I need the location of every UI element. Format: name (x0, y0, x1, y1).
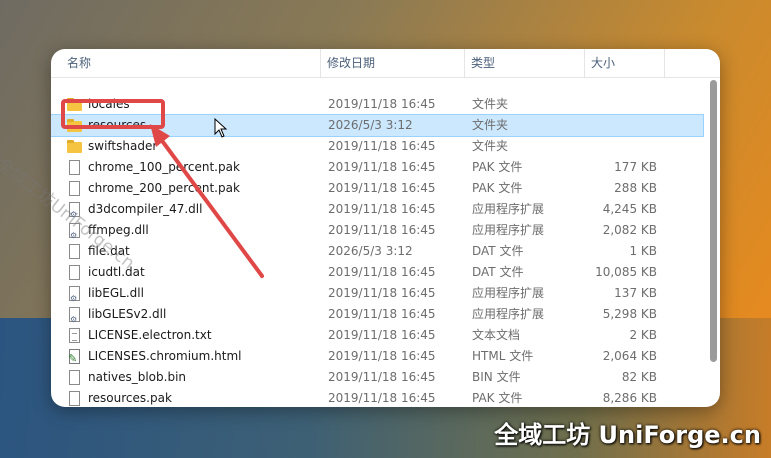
file-row[interactable]: LICENSES.chromium.html 2019/11/18 16:45 HT… (51, 346, 703, 369)
file-size: 288 KB (614, 181, 657, 195)
file-row[interactable]: swiftshader 2019/11/18 16:45 文件夹 (51, 136, 703, 157)
html-icon (67, 348, 83, 369)
file-size: 10,085 KB (595, 265, 657, 279)
file-size (571, 94, 657, 115)
file-date: 2019/11/18 16:45 (328, 223, 436, 237)
file-date: 2019/11/18 16:45 (328, 328, 436, 342)
file-name: natives_blob.bin (88, 370, 187, 384)
dll-icon (67, 286, 83, 309)
folder-icon (67, 139, 83, 155)
column-header-date[interactable]: 修改日期 (321, 49, 465, 77)
file-row[interactable]: file.dat 2026/5/3 3:12 DAT 文件 1 KB (51, 241, 703, 262)
file-size: 137 KB (614, 286, 657, 300)
file-date: 2019/11/18 16:45 (328, 391, 436, 405)
file-date: 2019/11/18 16:45 (328, 307, 436, 321)
file-row[interactable]: ffmpeg.dll2019/11/18 16:45应用程序扩展2,082 KB (51, 220, 703, 246)
file-row[interactable]: LICENSE.electron.txt 2019/11/18 16:45 文本文档… (51, 325, 703, 346)
column-header-size[interactable]: 大小 (585, 49, 665, 77)
file-size: 5,298 KB (602, 307, 657, 321)
file-date: 2019/11/18 16:45 (328, 202, 436, 216)
vertical-scrollbar[interactable] (709, 77, 718, 395)
file-name: LICENSE.electron.txt (88, 328, 212, 342)
file-size: 2,082 KB (602, 223, 657, 237)
file-type: DAT 文件 (472, 244, 524, 258)
mouse-cursor-icon (214, 118, 228, 138)
file-name: chrome_200_percent.pak (88, 181, 240, 195)
file-name: LICENSES.chromium.html (88, 349, 242, 363)
file-date: 2026/5/3 3:12 (328, 244, 413, 258)
file-row[interactable]: natives_blob.bin 2019/11/18 16:45 BIN 文件 82… (51, 367, 703, 388)
file-date: 2019/11/18 16:45 (328, 286, 436, 300)
file-type: PAK 文件 (472, 160, 523, 174)
highlight-annotation-box (61, 99, 165, 129)
file-row[interactable]: chrome_100_percent.pak 2019/11/18 16:45 PA… (51, 157, 703, 178)
file-row[interactable]: resources.pak 2019/11/18 16:45 PAK 文件 8,286… (51, 388, 703, 407)
file-type: BIN 文件 (472, 370, 521, 384)
file-type: 文本文档 (472, 328, 521, 342)
file-size: 8,286 KB (602, 391, 657, 405)
file-icon (67, 160, 83, 176)
file-date: 2019/11/18 16:45 (328, 97, 436, 111)
file-name: swiftshader (88, 139, 158, 153)
file-type: 文件夹 (472, 97, 509, 111)
file-name: resources.pak (88, 391, 172, 405)
file-size: 82 KB (621, 370, 657, 384)
file-size: 4,245 KB (602, 202, 657, 216)
file-icon (67, 265, 83, 281)
file-name: d3dcompiler_47.dll (88, 202, 203, 216)
file-icon (67, 391, 83, 407)
file-size: 1 KB (629, 244, 657, 258)
file-type: 文件夹 (472, 139, 509, 153)
file-row[interactable]: d3dcompiler_47.dll 2019/11/18 16:45 应用程序扩展… (51, 199, 703, 225)
file-icon (67, 370, 83, 386)
file-row[interactable]: icudtl.dat 2019/11/18 16:45 DAT 文件 10,085 K… (51, 262, 703, 283)
column-header-row: ⌃ 名称 修改日期 类型 大小 (51, 49, 720, 78)
txt-icon (67, 328, 83, 344)
file-list: locales 2019/11/18 16:45 文件夹 resources 2026/… (51, 94, 704, 407)
file-name: libGLESv2.dll (88, 307, 167, 321)
file-date: 2019/11/18 16:45 (328, 181, 436, 195)
file-row[interactable]: libEGL.dll 2019/11/18 16:45 应用程序扩展 137 KB (51, 283, 703, 309)
corner-watermark: 全域工坊 UniForge.cn (494, 421, 761, 449)
scrollbar-thumb[interactable] (710, 80, 717, 362)
file-size: 2,064 KB (602, 349, 657, 363)
file-row[interactable]: chrome_200_percent.pak 2019/11/18 16:45 PA… (51, 178, 703, 199)
file-date: 2019/11/18 16:45 (328, 265, 436, 279)
file-type: PAK 文件 (472, 391, 523, 405)
dll-icon (67, 307, 83, 330)
file-type: PAK 文件 (472, 181, 523, 195)
file-type: HTML 文件 (472, 349, 534, 363)
file-size (571, 115, 657, 136)
file-type: 应用程序扩展 (472, 286, 545, 300)
file-date: 2019/11/18 16:45 (328, 349, 436, 363)
column-header-name[interactable]: 名称 (51, 49, 321, 77)
file-size: 177 KB (614, 160, 657, 174)
file-size (571, 136, 657, 157)
file-date: 2026/5/3 3:12 (328, 118, 413, 132)
file-type: 文件夹 (472, 118, 509, 132)
file-icon (67, 181, 83, 197)
file-icon (67, 244, 83, 260)
file-date: 2019/11/18 16:45 (328, 160, 436, 174)
file-type: DAT 文件 (472, 265, 524, 279)
file-date: 2019/11/18 16:45 (328, 139, 436, 153)
file-name: libEGL.dll (88, 286, 144, 300)
file-size: 2 KB (629, 328, 657, 342)
file-row[interactable]: libGLESv2.dll 2019/11/18 16:45 应用程序扩展 5,298… (51, 304, 703, 330)
file-date: 2019/11/18 16:45 (328, 370, 436, 384)
file-type: 应用程序扩展 (472, 307, 545, 321)
file-name: chrome_100_percent.pak (88, 160, 240, 174)
file-type: 应用程序扩展 (472, 223, 545, 237)
file-type: 应用程序扩展 (472, 202, 545, 216)
column-header-type[interactable]: 类型 (465, 49, 585, 77)
